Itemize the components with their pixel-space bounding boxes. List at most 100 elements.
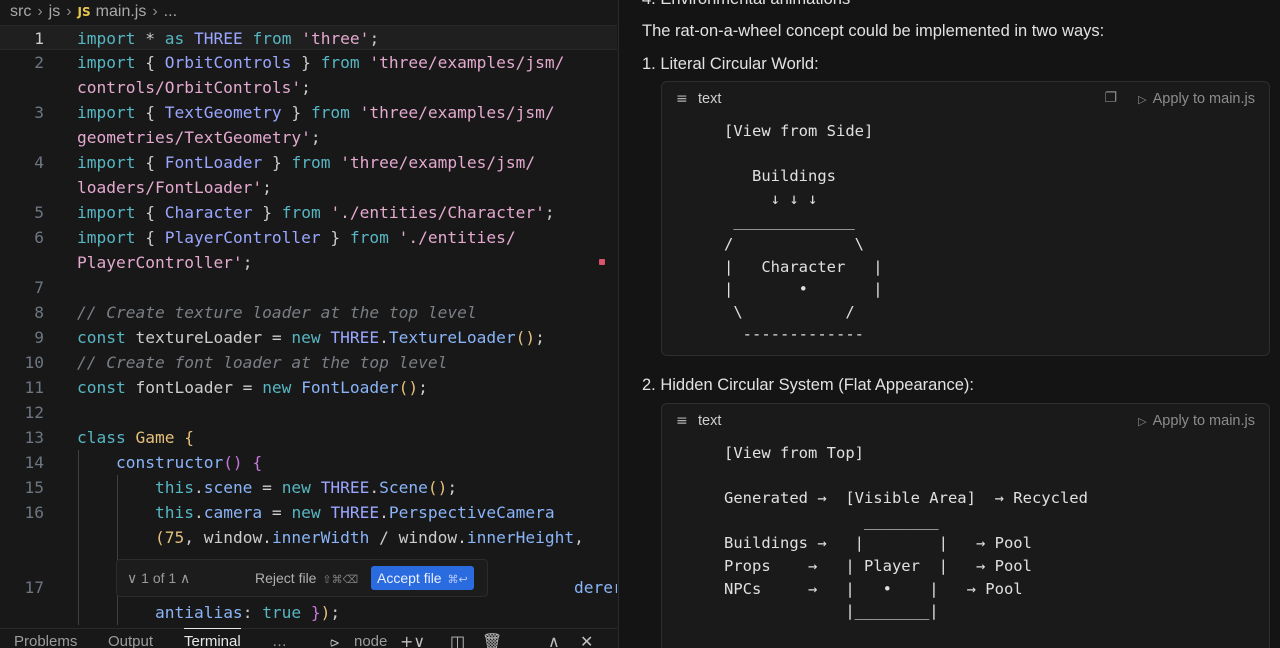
code-line[interactable]: 11 const fontLoader = new FontLoader(); [0, 375, 617, 400]
code-line[interactable]: geometries/TextGeometry'; [0, 125, 617, 150]
line-content: // Create texture loader at the top leve… [77, 303, 477, 322]
code-line[interactable]: 2 import { OrbitControls } from 'three/ex… [0, 50, 617, 75]
code-line[interactable]: 9 const textureLoader = new THREE.Texture… [0, 325, 617, 350]
line-content: PlayerController'; [77, 253, 253, 272]
code-line[interactable]: 14 constructor() { [0, 450, 617, 475]
breadcrumb-file[interactable]: main.js [96, 3, 147, 21]
line-content: const textureLoader = new THREE.TextureL… [77, 328, 545, 347]
line-content: import { TextGeometry } from 'three/exam… [77, 103, 555, 122]
line-number: 5 [34, 203, 44, 222]
code-line[interactable]: loaders/FontLoader'; [0, 175, 617, 200]
line-number: 12 [24, 403, 45, 422]
copy-icon[interactable]: ❐ [1104, 90, 1117, 106]
accept-file-label: Accept file [377, 570, 442, 586]
text-lines-icon: ≡ [676, 413, 688, 429]
accept-file-shortcut: ⌘↩ [447, 574, 468, 586]
code-block-content: [View from Side] Buildings ↓ ↓ ↓ _______… [724, 122, 883, 344]
list-item: 2. Hidden Circular System (Flat Appearan… [642, 376, 974, 394]
code-line[interactable]: controls/OrbitControls'; [0, 75, 617, 100]
apply-button[interactable]: ▷ Apply to main.js [1138, 413, 1255, 429]
reject-file-shortcut: ⇧⌘⌫ [322, 574, 359, 586]
line-number: 16 [24, 503, 45, 522]
line-number: 4 [34, 153, 44, 172]
line-content: (75, window.innerWidth / window.innerHei… [154, 528, 584, 547]
add-terminal-icon[interactable]: +∨ [400, 632, 425, 648]
tab-terminal[interactable]: Terminal [184, 628, 241, 648]
code-line[interactable]: 15 this.scene = new THREE.Scene(); [0, 475, 617, 500]
line-content: constructor() { [115, 453, 263, 472]
code-line[interactable]: 6 import { PlayerController } from './ent… [0, 225, 617, 250]
chevron-right-icon: › [66, 3, 72, 20]
apply-button[interactable]: ▷ Apply to main.js [1138, 91, 1255, 107]
more-tabs-button[interactable]: … [272, 633, 287, 648]
tab-output[interactable]: Output [108, 633, 153, 648]
code-line[interactable]: (75, window.innerWidth / window.innerHei… [0, 525, 617, 550]
chat-paragraph: The rat-on-a-wheel concept could be impl… [642, 22, 1105, 40]
line-number: 13 [24, 428, 45, 447]
apply-label: Apply to main.js [1152, 413, 1255, 429]
code-editor[interactable]: src › js › JS main.js › ... 1 import * as… [0, 0, 617, 648]
line-number: 17 [24, 578, 45, 597]
code-line[interactable]: PlayerController'; [0, 250, 617, 275]
code-line[interactable]: 3 import { TextGeometry } from 'three/exa… [0, 100, 617, 125]
list-item: 1. Literal Circular World: [642, 55, 819, 73]
code-line[interactable]: 12 [0, 400, 617, 425]
terminal-selector[interactable]: node [354, 633, 387, 648]
line-number: 9 [34, 328, 44, 347]
section-heading: 4. Environmental animations [642, 0, 850, 9]
line-number: 3 [34, 103, 44, 122]
code-line[interactable]: antialias: true }); [0, 600, 617, 625]
line-content: class Game { [77, 428, 194, 447]
reject-file-button[interactable]: Reject file ⇧⌘⌫ [255, 570, 358, 586]
chevron-up-icon[interactable]: ∧ [548, 632, 560, 648]
code-block: ≡ text ❐ ▷ Apply to main.js [View from Si… [661, 81, 1270, 356]
code-language: text [698, 91, 722, 107]
diff-review-widget: ∨ 1 of 1 ∧ Reject file ⇧⌘⌫ Accept file ⌘… [116, 559, 488, 597]
line-content: import { OrbitControls } from 'three/exa… [77, 53, 565, 72]
line-content: geometries/TextGeometry'; [77, 128, 321, 147]
line-content: controls/OrbitControls'; [77, 78, 311, 97]
line-number: 10 [24, 353, 45, 372]
code-line[interactable]: 4 import { FontLoader } from 'three/examp… [0, 150, 617, 175]
chevron-right-icon: › [152, 3, 158, 20]
indent-guide [78, 450, 79, 625]
line-number: 7 [34, 278, 44, 297]
bottom-panel-tabs: Problems Output Terminal … ⪧ node +∨ ◫ 🗑… [0, 628, 617, 648]
tab-problems[interactable]: Problems [14, 633, 77, 648]
change-navigator[interactable]: ∨ 1 of 1 ∧ [127, 570, 190, 587]
line-number: 8 [34, 303, 44, 322]
code-line[interactable]: 16 this.camera = new THREE.PerspectiveCa… [0, 500, 617, 525]
apply-label: Apply to main.js [1152, 91, 1255, 107]
code-block-content: [View from Top] Generated → [Visible Are… [724, 444, 1088, 621]
reject-file-label: Reject file [255, 570, 317, 586]
line-content: this.camera = new THREE.PerspectiveCamer… [154, 503, 555, 522]
code-line[interactable]: 7 [0, 275, 617, 300]
code-line[interactable]: 1 import * as THREE from 'three'; [0, 25, 617, 50]
chat-panel[interactable]: 4. Environmental animations The rat-on-a… [618, 0, 1280, 648]
line-content: loaders/FontLoader'; [77, 178, 272, 197]
breadcrumb-more[interactable]: ... [164, 3, 177, 21]
text-lines-icon: ≡ [676, 91, 688, 107]
line-number: 1 [34, 29, 44, 48]
code-line[interactable]: 8 // Create texture loader at the top lev… [0, 300, 617, 325]
split-terminal-icon[interactable]: ◫ [450, 632, 465, 648]
overview-ruler-marker [599, 259, 605, 265]
line-content: import { Character } from './entities/Ch… [77, 203, 555, 222]
code-line[interactable]: 10 // Create font loader at the top level [0, 350, 617, 375]
code-block: ≡ text ▷ Apply to main.js [View from Top]… [661, 403, 1270, 648]
indent-guide [117, 475, 118, 625]
code-line[interactable]: 5 import { Character } from './entities/C… [0, 200, 617, 225]
line-number: 15 [24, 478, 45, 497]
code-language: text [698, 413, 722, 429]
accept-file-button[interactable]: Accept file ⌘↩ [371, 566, 474, 590]
code-line[interactable]: 13 class Game { [0, 425, 617, 450]
code-area[interactable]: 1 import * as THREE from 'three'; 2 import … [0, 25, 617, 625]
line-content: import { FontLoader } from 'three/exampl… [77, 153, 536, 172]
line-number: 11 [24, 378, 45, 397]
close-icon[interactable]: ✕ [580, 632, 593, 648]
breadcrumb-src[interactable]: src [10, 3, 31, 21]
play-icon: ▷ [1138, 93, 1147, 106]
breadcrumb: src › js › JS main.js › ... [0, 0, 617, 24]
breadcrumb-js[interactable]: js [49, 3, 61, 21]
trash-icon[interactable]: 🗑 [482, 632, 502, 648]
